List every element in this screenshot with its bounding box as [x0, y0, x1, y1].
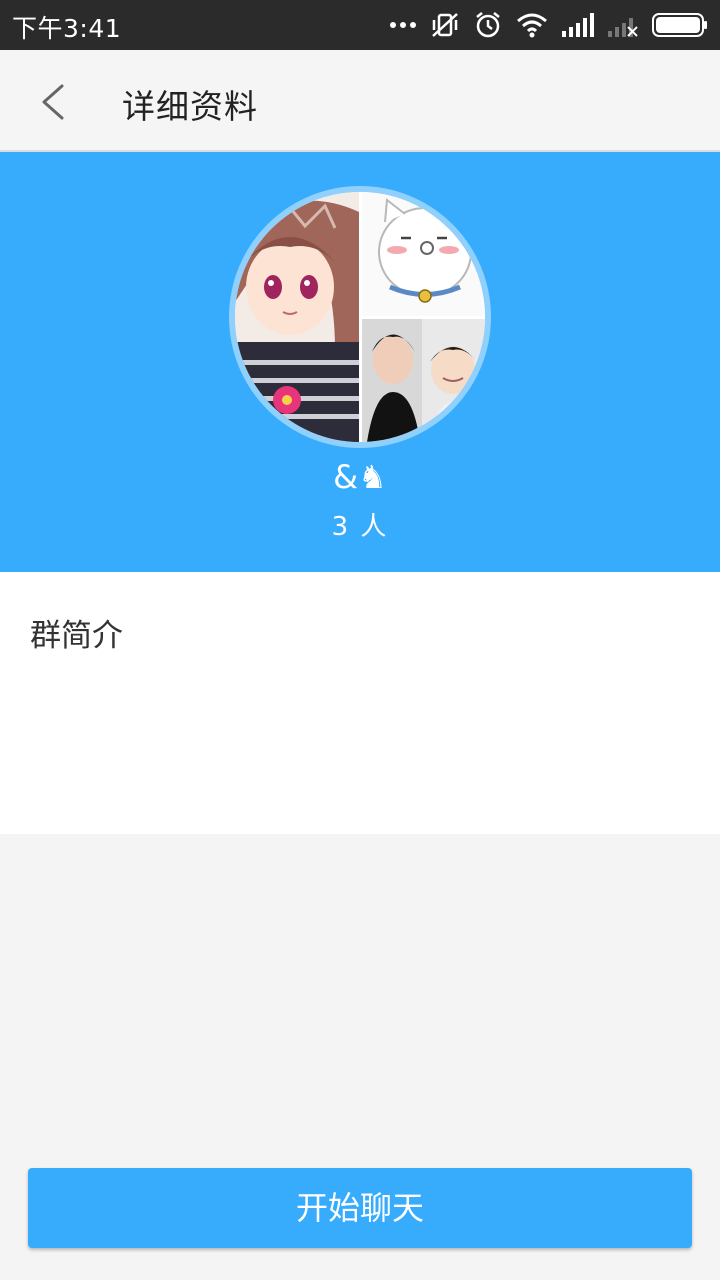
- group-header: &♞ 3 人: [0, 152, 720, 572]
- avatar-tile-photo: [362, 319, 485, 442]
- more-dots-icon: [390, 22, 416, 28]
- start-chat-button[interactable]: 开始聊天: [28, 1168, 692, 1248]
- group-intro-label: 群简介: [30, 618, 123, 654]
- signal-icon: [562, 13, 594, 37]
- signal-no-sim-icon: [608, 18, 638, 37]
- status-bar: 下午3:41: [0, 0, 720, 50]
- avatar-tile-girl: [235, 192, 359, 442]
- back-button[interactable]: [26, 74, 82, 130]
- avatar-collage-image: [235, 192, 485, 442]
- group-intro-section: 群简介: [0, 572, 720, 834]
- group-name: &♞: [333, 458, 387, 496]
- chevron-left-icon: [42, 84, 64, 120]
- member-count: 3 人: [331, 512, 389, 542]
- alarm-icon: [476, 12, 500, 38]
- battery-icon: [652, 13, 707, 37]
- page-title: 详细资料: [122, 87, 258, 126]
- app-bar: 详细资料: [0, 50, 720, 152]
- group-avatar-collage: [235, 192, 485, 442]
- wifi-icon: [517, 13, 547, 38]
- avatar-tile-cat: [362, 192, 485, 316]
- status-icons: [390, 10, 708, 40]
- status-time: 下午3:41: [12, 14, 122, 43]
- group-avatar[interactable]: [229, 186, 491, 448]
- vibrate-off-icon: [432, 13, 458, 37]
